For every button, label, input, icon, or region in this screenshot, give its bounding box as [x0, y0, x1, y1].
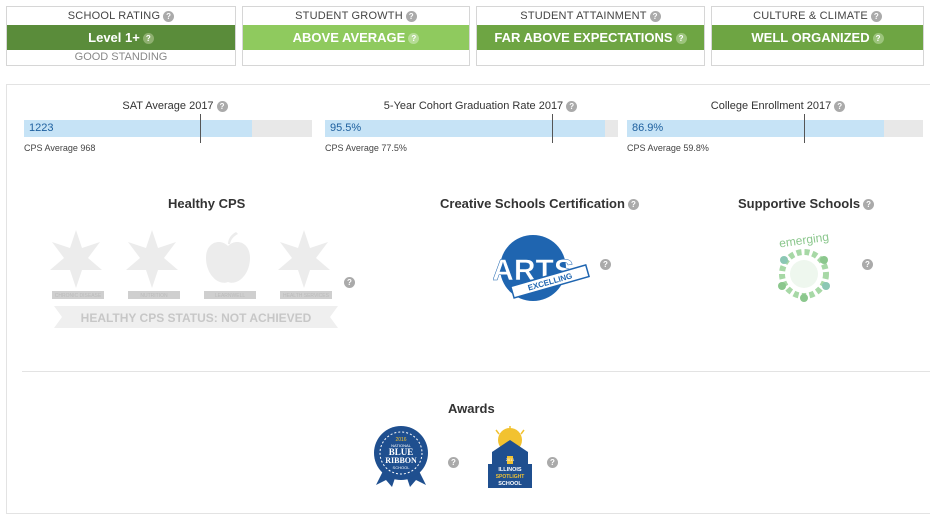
award-line: SCHOOL	[393, 465, 411, 470]
metric-bar-fill: 95.5%	[325, 120, 605, 137]
star-icon	[50, 230, 102, 288]
rating-header: STUDENT ATTAINMENT?	[477, 7, 704, 25]
help-icon[interactable]: ?	[405, 10, 417, 22]
section-divider	[22, 371, 930, 372]
help-icon[interactable]: ?	[408, 33, 420, 45]
healthy-cps-status: HEALTHY CPS STATUS: NOT ACHIEVED	[81, 311, 312, 325]
help-icon[interactable]: ?	[627, 199, 639, 211]
rating-sub: GOOD STANDING	[74, 51, 168, 63]
emerging-logo-text: emerging	[778, 230, 829, 251]
emerging-logo: emerging	[778, 230, 830, 302]
award-line: SPOTLIGHT	[496, 474, 525, 480]
cps-average-label: CPS Average 968	[24, 143, 96, 153]
metric-bar-fill: 1223	[24, 120, 252, 137]
rating-value: FAR ABOVE EXPECTATIONS?	[477, 25, 704, 50]
metric-value: 86.9%	[632, 122, 664, 134]
help-icon[interactable]: ?	[448, 457, 459, 468]
badge-label: HEALTH SERVICES	[283, 293, 330, 299]
cps-average-label: CPS Average 77.5%	[325, 143, 407, 153]
spotlight-school-award-icon[interactable]: 2011 ILLINOIS SPOTLIGHT SCHOOL	[484, 426, 536, 488]
badge-label: LEARNWELL	[215, 293, 246, 299]
healthy-cps-badges: CHRONIC DISEASE NUTRITION LEARNWELL HEAL…	[50, 230, 338, 328]
help-icon[interactable]: ?	[863, 199, 875, 211]
rating-sub	[243, 50, 469, 65]
arts-excelling-logo: ARTS EXCELLING	[493, 235, 590, 301]
star-icon	[126, 230, 178, 288]
rating-header: CULTURE & CLIMATE?	[712, 7, 923, 25]
metric-value: 1223	[29, 122, 54, 134]
help-icon[interactable]: ?	[862, 259, 873, 270]
help-icon[interactable]: ?	[163, 10, 175, 22]
cps-average-marker	[552, 114, 554, 143]
awards-title: Awards	[448, 401, 495, 416]
metric-bar: 86.9%	[627, 114, 923, 143]
rating-card-growth: STUDENT GROWTH? ABOVE AVERAGE?	[242, 6, 470, 66]
rating-header: STUDENT GROWTH?	[243, 7, 469, 25]
help-icon[interactable]: ?	[142, 33, 154, 45]
metric-value: 95.5%	[330, 122, 362, 134]
rating-value: Level 1+?	[7, 25, 235, 50]
metric-college-enrollment: College Enrollment 2017? 86.9% CPS Avera…	[627, 100, 923, 153]
badge-label: CHRONIC DISEASE	[55, 293, 102, 299]
help-icon[interactable]: ?	[547, 457, 558, 468]
help-icon[interactable]: ?	[344, 277, 355, 288]
help-icon[interactable]: ?	[600, 259, 611, 270]
badge-label: NUTRITION	[140, 293, 168, 299]
metric-sat: SAT Average 2017? 1223 CPS Average 968	[24, 100, 312, 153]
metric-bar-fill: 86.9%	[627, 120, 885, 137]
cps-average-marker	[804, 114, 805, 143]
metric-bar: 1223	[24, 114, 312, 143]
help-icon[interactable]: ?	[675, 33, 687, 45]
help-icon[interactable]: ?	[870, 10, 882, 22]
help-icon[interactable]: ?	[216, 100, 228, 112]
rating-header: SCHOOL RATING?	[7, 7, 235, 25]
metric-title: 5-Year Cohort Graduation Rate 2017?	[325, 100, 618, 112]
metric-title: College Enrollment 2017?	[627, 100, 923, 112]
cps-average-marker	[199, 114, 201, 143]
award-line: RIBBON	[385, 456, 417, 465]
rating-card-school: SCHOOL RATING? Level 1+? GOOD STANDING	[6, 6, 236, 66]
star-icon	[278, 230, 330, 288]
award-year: 2011	[506, 457, 515, 462]
healthy-cps-title: Healthy CPS	[168, 196, 246, 211]
blue-ribbon-award-icon[interactable]: 2016 NATIONAL BLUE RIBBON SCHOOL	[368, 425, 436, 487]
award-line: SCHOOL	[498, 481, 522, 487]
metric-graduation: 5-Year Cohort Graduation Rate 2017? 95.5…	[325, 100, 618, 153]
rating-card-attainment: STUDENT ATTAINMENT? FAR ABOVE EXPECTATIO…	[476, 6, 705, 66]
award-line: ILLINOIS	[498, 467, 522, 473]
help-icon[interactable]: ?	[872, 33, 884, 45]
metric-title: SAT Average 2017?	[24, 100, 312, 112]
rating-sub	[712, 50, 923, 65]
help-icon[interactable]: ?	[649, 10, 661, 22]
apple-icon	[206, 232, 250, 283]
help-icon[interactable]: ?	[566, 100, 578, 112]
cps-average-label: CPS Average 59.8%	[627, 143, 709, 153]
metric-bar: 95.5%	[325, 114, 618, 143]
rating-value: ABOVE AVERAGE?	[243, 25, 469, 50]
creative-schools-title: Creative Schools Certification?	[440, 196, 639, 211]
supportive-schools-title: Supportive Schools?	[738, 196, 875, 211]
help-icon[interactable]: ?	[834, 100, 846, 112]
rating-value: WELL ORGANIZED?	[712, 25, 923, 50]
rating-card-culture: CULTURE & CLIMATE? WELL ORGANIZED?	[711, 6, 924, 66]
rating-sub	[477, 50, 704, 65]
